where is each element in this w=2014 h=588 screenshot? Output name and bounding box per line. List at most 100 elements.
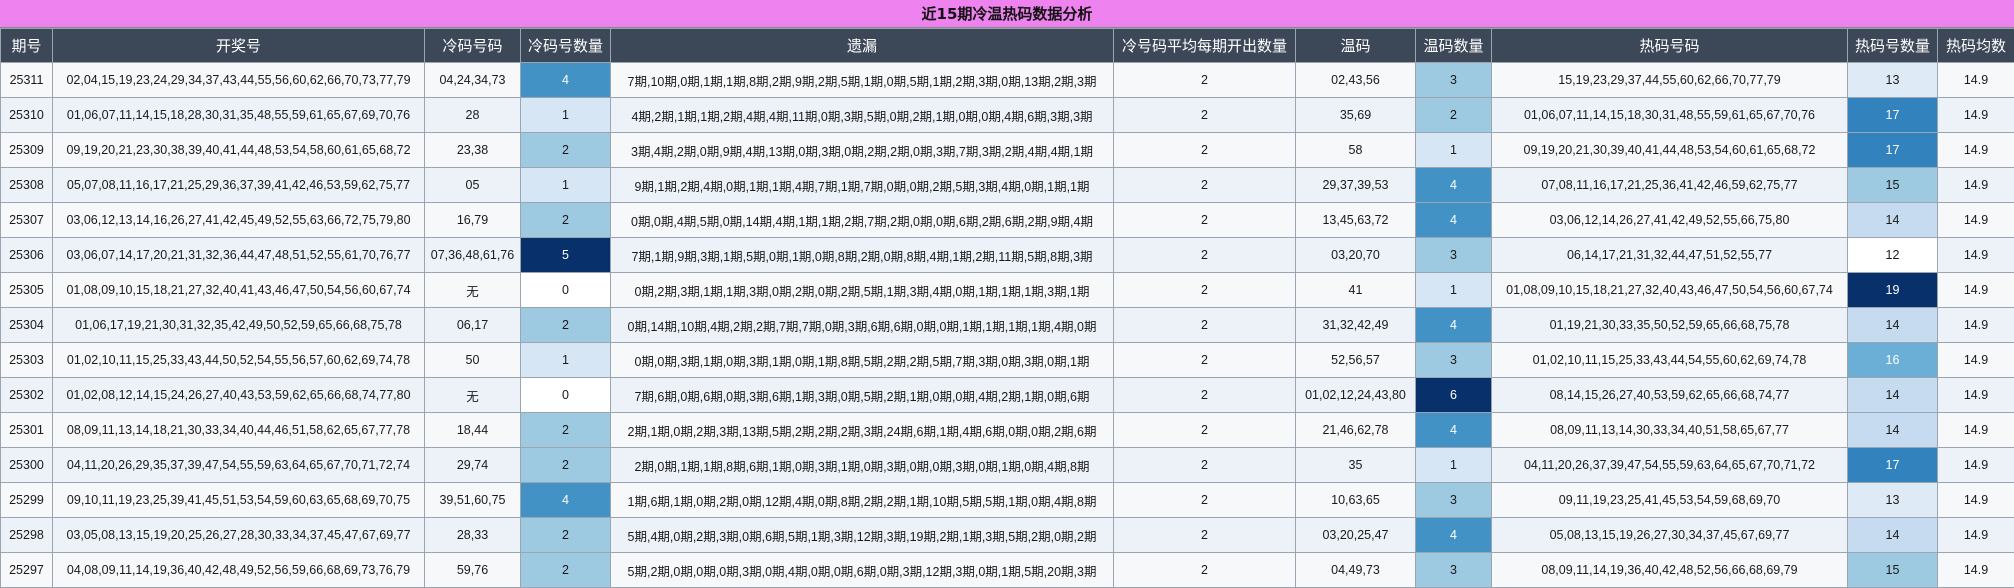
cell-draw-numbers: 01,06,17,19,21,30,31,32,35,42,49,50,52,5…	[53, 308, 425, 343]
table-row[interactable]: 2530703,06,12,13,14,16,26,27,41,42,45,49…	[1, 203, 2014, 238]
cell-hot-numbers: 01,08,09,10,15,18,21,27,32,40,43,46,47,5…	[1492, 273, 1848, 308]
table-row[interactable]: 2529704,08,09,11,14,19,36,40,42,48,49,52…	[1, 553, 2014, 588]
cell-hot-avg: 14.9	[1938, 273, 2014, 308]
table-row[interactable]: 2530603,06,07,14,17,20,21,31,32,36,44,47…	[1, 238, 2014, 273]
cell-warm-numbers: 35,69	[1296, 98, 1416, 133]
cell-cold-avg: 2	[1114, 413, 1296, 448]
cell-hot-avg: 14.9	[1938, 448, 2014, 483]
cell-hot-avg: 14.9	[1938, 238, 2014, 273]
cell-cold-avg: 2	[1114, 168, 1296, 203]
cell-draw-numbers: 01,02,10,11,15,25,33,43,44,50,52,54,55,5…	[53, 343, 425, 378]
cell-warm-count: 4	[1416, 168, 1492, 203]
cell-cold-avg: 2	[1114, 483, 1296, 518]
cell-hot-numbers: 09,19,20,21,30,39,40,41,44,48,53,54,60,6…	[1492, 133, 1848, 168]
cell-period: 25308	[1, 168, 53, 203]
column-header-hot[interactable]: 热码号码	[1492, 29, 1848, 63]
cell-missing: 0期,0期,4期,5期,0期,14期,4期,1期,1期,2期,7期,2期,0期,…	[611, 203, 1114, 238]
cell-hot-count: 13	[1848, 483, 1938, 518]
cell-cold-count: 2	[521, 413, 611, 448]
cell-hot-numbers: 03,06,12,14,26,27,41,42,49,52,55,66,75,8…	[1492, 203, 1848, 238]
cell-hot-count: 17	[1848, 133, 1938, 168]
column-header-cold[interactable]: 冷码号码	[425, 29, 521, 63]
cell-warm-numbers: 03,20,70	[1296, 238, 1416, 273]
cell-missing: 2期,0期,1期,1期,8期,6期,1期,0期,3期,1期,0期,3期,0期,0…	[611, 448, 1114, 483]
cell-cold-count: 2	[521, 133, 611, 168]
table-row[interactable]: 2530301,02,10,11,15,25,33,43,44,50,52,54…	[1, 343, 2014, 378]
column-header-warm-count[interactable]: 温码数量	[1416, 29, 1492, 63]
column-header-cold-avg[interactable]: 冷号码平均每期开出数量	[1114, 29, 1296, 63]
cell-warm-numbers: 02,43,56	[1296, 63, 1416, 98]
cell-cold-count: 2	[521, 448, 611, 483]
cell-missing: 3期,4期,2期,0期,9期,4期,13期,0期,3期,0期,2期,2期,0期,…	[611, 133, 1114, 168]
cell-hot-avg: 14.9	[1938, 133, 2014, 168]
cell-cold-count: 0	[521, 273, 611, 308]
cell-period: 25307	[1, 203, 53, 238]
cell-cold-numbers: 28	[425, 98, 521, 133]
cell-missing: 0期,0期,3期,1期,0期,3期,1期,0期,1期,8期,5期,2期,2期,5…	[611, 343, 1114, 378]
cell-period: 25302	[1, 378, 53, 413]
table-row[interactable]: 2530004,11,20,26,29,35,37,39,47,54,55,59…	[1, 448, 2014, 483]
cell-period: 25306	[1, 238, 53, 273]
cell-hot-count: 14	[1848, 518, 1938, 553]
cell-missing: 7期,1期,9期,3期,1期,5期,0期,1期,0期,8期,2期,0期,8期,4…	[611, 238, 1114, 273]
cell-warm-numbers: 13,45,63,72	[1296, 203, 1416, 238]
cell-cold-count: 5	[521, 238, 611, 273]
table-row[interactable]: 2529803,05,08,13,15,19,20,25,26,27,28,30…	[1, 518, 2014, 553]
cell-hot-avg: 14.9	[1938, 483, 2014, 518]
cell-hot-numbers: 08,09,11,14,19,36,40,42,48,52,56,66,68,6…	[1492, 553, 1848, 588]
cell-cold-avg: 2	[1114, 553, 1296, 588]
cell-cold-avg: 2	[1114, 308, 1296, 343]
cell-warm-count: 3	[1416, 343, 1492, 378]
table-row[interactable]: 2531001,06,07,11,14,15,18,28,30,31,35,48…	[1, 98, 2014, 133]
cell-cold-count: 4	[521, 483, 611, 518]
cell-cold-numbers: 59,76	[425, 553, 521, 588]
column-header-draw[interactable]: 开奖号	[53, 29, 425, 63]
cell-period: 25305	[1, 273, 53, 308]
column-header-hot-avg[interactable]: 热码均数	[1938, 29, 2014, 63]
cell-draw-numbers: 04,11,20,26,29,35,37,39,47,54,55,59,63,6…	[53, 448, 425, 483]
cell-draw-numbers: 09,10,11,19,23,25,39,41,45,51,53,54,59,6…	[53, 483, 425, 518]
cell-warm-numbers: 29,37,39,53	[1296, 168, 1416, 203]
cell-hot-avg: 14.9	[1938, 553, 2014, 588]
cell-cold-count: 2	[521, 203, 611, 238]
column-header-missing[interactable]: 遗漏	[611, 29, 1114, 63]
cell-cold-count: 2	[521, 553, 611, 588]
table-row[interactable]: 2531102,04,15,19,23,24,29,34,37,43,44,55…	[1, 63, 2014, 98]
cell-hot-numbers: 08,09,11,13,14,30,33,34,40,51,58,65,67,7…	[1492, 413, 1848, 448]
column-header-warm[interactable]: 温码	[1296, 29, 1416, 63]
table-row[interactable]: 2530401,06,17,19,21,30,31,32,35,42,49,50…	[1, 308, 2014, 343]
cell-cold-numbers: 04,24,34,73	[425, 63, 521, 98]
cell-warm-count: 1	[1416, 273, 1492, 308]
cell-period: 25303	[1, 343, 53, 378]
cell-period: 25309	[1, 133, 53, 168]
table-row[interactable]: 2530909,19,20,21,23,30,38,39,40,41,44,48…	[1, 133, 2014, 168]
cell-warm-numbers: 10,63,65	[1296, 483, 1416, 518]
cell-hot-numbers: 04,11,20,26,37,39,47,54,55,59,63,64,65,6…	[1492, 448, 1848, 483]
cell-draw-numbers: 02,04,15,19,23,24,29,34,37,43,44,55,56,6…	[53, 63, 425, 98]
cell-cold-avg: 2	[1114, 448, 1296, 483]
table-row[interactable]: 2530108,09,11,13,14,18,21,30,33,34,40,44…	[1, 413, 2014, 448]
cell-missing: 7期,6期,0期,6期,0期,3期,6期,1期,3期,0期,5期,2期,1期,0…	[611, 378, 1114, 413]
column-header-period[interactable]: 期号	[1, 29, 53, 63]
cell-cold-avg: 2	[1114, 518, 1296, 553]
cell-period: 25300	[1, 448, 53, 483]
cell-warm-numbers: 58	[1296, 133, 1416, 168]
cell-cold-numbers: 无	[425, 273, 521, 308]
cell-cold-avg: 2	[1114, 238, 1296, 273]
cell-hot-avg: 14.9	[1938, 203, 2014, 238]
table-row[interactable]: 2530501,08,09,10,15,18,21,27,32,40,41,43…	[1, 273, 2014, 308]
table-row[interactable]: 2529909,10,11,19,23,25,39,41,45,51,53,54…	[1, 483, 2014, 518]
cell-cold-count: 1	[521, 343, 611, 378]
table-row[interactable]: 2530805,07,08,11,16,17,21,25,29,36,37,39…	[1, 168, 2014, 203]
column-header-hot-count[interactable]: 热码号数量	[1848, 29, 1938, 63]
cell-hot-avg: 14.9	[1938, 63, 2014, 98]
cell-cold-avg: 2	[1114, 63, 1296, 98]
cell-cold-avg: 2	[1114, 378, 1296, 413]
cell-cold-numbers: 06,17	[425, 308, 521, 343]
cell-cold-avg: 2	[1114, 273, 1296, 308]
cell-warm-count: 4	[1416, 203, 1492, 238]
table-row[interactable]: 2530201,02,08,12,14,15,24,26,27,40,43,53…	[1, 378, 2014, 413]
header-row: 期号 开奖号 冷码号码 冷码号数量 遗漏 冷号码平均每期开出数量 温码 温码数量…	[1, 29, 2014, 63]
cell-warm-count: 2	[1416, 98, 1492, 133]
column-header-cold-count[interactable]: 冷码号数量	[521, 29, 611, 63]
